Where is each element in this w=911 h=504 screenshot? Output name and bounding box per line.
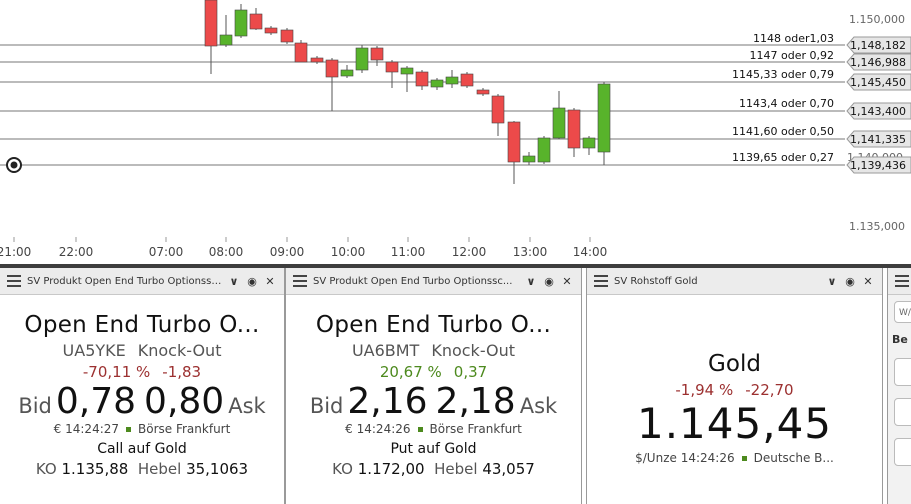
price-chart[interactable]: 1148 oder1,03 1147 oder 0,92 1145,33 ode… [0, 0, 911, 264]
list-button[interactable] [894, 398, 911, 426]
time-axis-label: 21:00 [0, 245, 31, 259]
status-dot-icon [417, 427, 423, 432]
ko-label: KO [35, 460, 57, 478]
target-icon[interactable]: ◉ [541, 275, 557, 288]
commodity-price: 1.145,45 [636, 399, 833, 448]
time-axis-label: 14:00 [573, 245, 608, 259]
panel-header: SV Produkt Open End Turbo Optionssc... ∨… [286, 268, 581, 295]
chart-level-note: 1145,33 oder 0,79 [732, 68, 834, 81]
change-absolute: 0,37 [453, 363, 488, 381]
ko-label: KO [332, 460, 353, 478]
quote-time: $/Unze 14:24:26 [635, 451, 735, 465]
panel-title: SV Produkt Open End Turbo Optionssc... [27, 275, 226, 287]
status-dot-icon [126, 427, 132, 432]
leverage-value: 43,057 [482, 460, 535, 478]
quote-time: € 14:24:26 [345, 422, 411, 436]
quote-time: € 14:24:27 [53, 422, 120, 436]
price-tag-label: 1,148,182 [850, 39, 906, 52]
panel-title: SV Produkt Open End Turbo Optionssc... [313, 275, 513, 287]
chart-level-note: 1148 oder1,03 [753, 32, 834, 45]
change-percent: -1,94 % [675, 381, 734, 399]
leverage-label: Hebel [137, 460, 182, 478]
price-tag-label: 1,139,436 [850, 159, 906, 172]
menu-icon[interactable] [7, 275, 21, 287]
chart-level-lines [0, 44, 845, 166]
bid-value[interactable]: 2,16 [347, 381, 427, 422]
exchange-name: Börse Frankfurt [138, 422, 231, 436]
bid-label: Bid [309, 394, 344, 418]
close-icon[interactable]: ✕ [559, 275, 575, 288]
time-ticks [13, 237, 591, 242]
candlesticks [204, 0, 611, 184]
underlying: Call auf Gold [97, 441, 187, 457]
price-axis-label: 1.135,000 [849, 220, 905, 233]
bid-value[interactable]: 0,78 [56, 381, 136, 422]
chevron-down-icon[interactable]: ∨ [824, 275, 840, 288]
menu-icon[interactable] [895, 275, 909, 287]
product-name[interactable]: Open End Turbo O... [0, 312, 284, 338]
target-icon[interactable]: ◉ [842, 275, 858, 288]
product-type: Knock-Out [137, 341, 222, 360]
commodity-panel: SV Rohstoff Gold ∨ ◉ ✕ Gold -1,94 % -22,7… [586, 268, 883, 504]
product-wkn: UA5YKE [62, 341, 126, 360]
time-axis-label: 13:00 [513, 245, 548, 259]
exchange-name: Deutsche B... [753, 451, 834, 465]
ask-label: Ask [228, 394, 266, 418]
time-axis-label: 09:00 [270, 245, 305, 259]
price-axis-label: 1.150,000 [849, 13, 905, 26]
section-label: Be [892, 333, 908, 346]
chart-level-note: 1141,60 oder 0,50 [732, 125, 834, 138]
exchange-name: Börse Frankfurt [429, 422, 522, 436]
change-percent: 20,67 % [379, 363, 442, 381]
time-axis-label: 22:00 [59, 245, 94, 259]
chevron-down-icon[interactable]: ∨ [226, 275, 242, 288]
change-absolute: -22,70 [745, 381, 794, 399]
target-icon[interactable]: ◉ [244, 275, 260, 288]
panel-header: SV Produkt Open End Turbo Optionssc... ∨… [0, 268, 284, 295]
close-icon[interactable]: ✕ [860, 275, 876, 288]
product-wkn: UA6BMT [351, 341, 420, 360]
time-axis-label: 10:00 [331, 245, 366, 259]
price-tag-label: 1,146,988 [850, 56, 906, 69]
chart-level-note: 1139,65 oder 0,27 [732, 151, 834, 164]
time-axis-label: 08:00 [209, 245, 244, 259]
list-button[interactable] [894, 438, 911, 466]
ko-value: 1.135,88 [61, 460, 129, 478]
bid-label: Bid [18, 394, 52, 418]
commodity-name[interactable]: Gold [587, 351, 882, 377]
leverage-label: Hebel [434, 460, 478, 478]
ko-value: 1.172,00 [357, 460, 425, 478]
time-axis-label: 12:00 [452, 245, 487, 259]
chevron-down-icon[interactable]: ∨ [523, 275, 539, 288]
price-tag-label: 1,145,450 [850, 76, 906, 89]
change-percent: -70,11 % [82, 363, 151, 381]
price-tag-label: 1,143,400 [850, 105, 906, 118]
menu-icon[interactable] [594, 275, 608, 287]
partial-panel: W/ Be [887, 268, 911, 504]
drag-handle-icon[interactable] [6, 157, 22, 173]
time-axis-label: 07:00 [149, 245, 184, 259]
price-tag-label: 1,141,335 [850, 133, 906, 146]
change-absolute: -1,83 [162, 363, 202, 381]
chart-level-note: 1147 oder 0,92 [750, 49, 834, 62]
product-panel-2: SV Produkt Open End Turbo Optionssc... ∨… [285, 268, 582, 504]
ask-value[interactable]: 2,18 [436, 381, 516, 422]
list-button[interactable] [894, 358, 911, 386]
panel-header [888, 268, 911, 295]
close-icon[interactable]: ✕ [262, 275, 278, 288]
chart-level-note: 1143,4 oder 0,70 [739, 97, 834, 110]
status-dot-icon [741, 456, 747, 461]
ask-value[interactable]: 0,80 [144, 381, 224, 422]
product-name[interactable]: Open End Turbo O... [286, 312, 581, 338]
underlying: Put auf Gold [390, 441, 477, 457]
ask-label: Ask [519, 394, 558, 418]
time-axis-label: 11:00 [391, 245, 426, 259]
menu-icon[interactable] [293, 275, 307, 287]
panel-title: SV Rohstoff Gold [614, 275, 698, 287]
panel-header: SV Rohstoff Gold ∨ ◉ ✕ [587, 268, 882, 295]
leverage-value: 35,1063 [186, 460, 249, 478]
product-type: Knock-Out [431, 341, 516, 360]
search-input[interactable]: W/ [894, 301, 911, 323]
product-panel-1: SV Produkt Open End Turbo Optionssc... ∨… [0, 268, 285, 504]
